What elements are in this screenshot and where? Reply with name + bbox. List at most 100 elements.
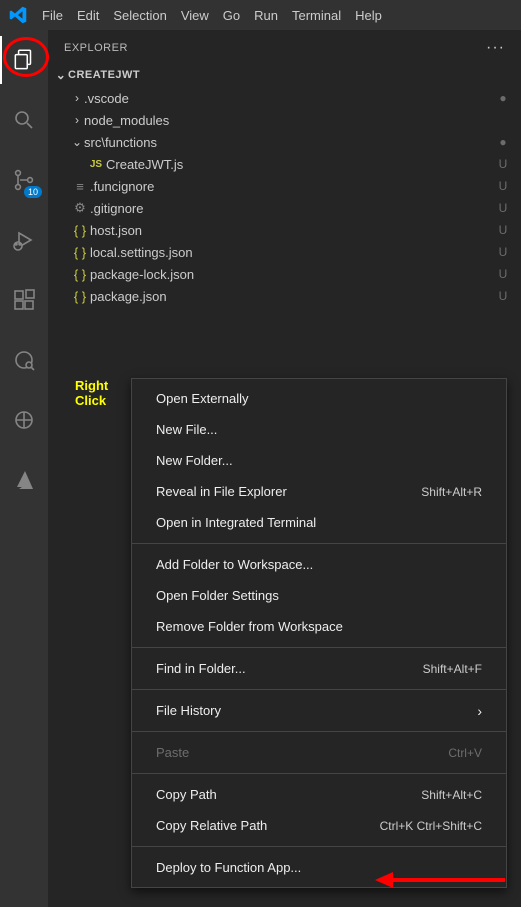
folder-row[interactable]: ›.vscode● — [48, 87, 521, 109]
menu-item-label: New Folder... — [156, 453, 233, 468]
folder-row[interactable]: ›node_modules — [48, 109, 521, 131]
git-decoration: U — [495, 179, 511, 193]
explorer-more-icon[interactable]: ··· — [486, 39, 505, 57]
menu-run[interactable]: Run — [247, 8, 285, 23]
menu-shortcut: Ctrl+K Ctrl+Shift+C — [380, 819, 482, 833]
menu-item-label: New File... — [156, 422, 217, 437]
json-file-icon: { } — [70, 245, 90, 260]
menu-view[interactable]: View — [174, 8, 216, 23]
chevron-down-icon: ⌄ — [54, 68, 68, 82]
menu-item[interactable]: Open in Integrated Terminal — [132, 507, 506, 538]
menu-item-label: Copy Relative Path — [156, 818, 267, 833]
tree-item-label: local.settings.json — [90, 245, 495, 260]
git-decoration: ● — [495, 93, 511, 103]
menu-item-label: Add Folder to Workspace... — [156, 557, 313, 572]
scm-badge: 10 — [24, 186, 42, 198]
tree-item-label: package-lock.json — [90, 267, 495, 282]
file-row[interactable]: ⚙.gitignoreU — [48, 197, 521, 219]
menu-item[interactable]: Deploy to Function App... — [132, 852, 506, 883]
gear-icon: ⚙ — [70, 200, 90, 216]
menu-item[interactable]: Copy Relative Path Ctrl+K Ctrl+Shift+C — [132, 810, 506, 841]
tree-item-label: src\functions — [84, 135, 495, 150]
workspace-root[interactable]: ⌄ CREATEJWT — [48, 65, 521, 85]
menu-file[interactable]: File — [35, 8, 70, 23]
extensions-icon[interactable] — [0, 276, 48, 324]
menu-item-label: Open Externally — [156, 391, 249, 406]
menu-item-label: File History — [156, 703, 221, 718]
docker-icon[interactable] — [0, 396, 48, 444]
menu-separator — [132, 647, 506, 648]
menu-bar: File Edit Selection View Go Run Terminal… — [35, 8, 389, 23]
search-icon[interactable] — [0, 96, 48, 144]
run-debug-icon[interactable] — [0, 216, 48, 264]
git-decoration: U — [495, 289, 511, 303]
file-row[interactable]: JSCreateJWT.jsU — [48, 153, 521, 175]
file-row[interactable]: { }package-lock.jsonU — [48, 263, 521, 285]
menu-item-label: Deploy to Function App... — [156, 860, 301, 875]
menu-go[interactable]: Go — [216, 8, 247, 23]
menu-item[interactable]: Copy Path Shift+Alt+C — [132, 779, 506, 810]
remote-explorer-icon[interactable] — [0, 336, 48, 384]
git-decoration: U — [495, 201, 511, 215]
menu-shortcut: Shift+Alt+F — [423, 662, 482, 676]
tree-item-label: .gitignore — [90, 201, 495, 216]
git-decoration: U — [495, 223, 511, 237]
file-row[interactable]: { }package.jsonU — [48, 285, 521, 307]
menu-item[interactable]: Add Folder to Workspace... — [132, 549, 506, 580]
activity-bar: 10 — [0, 30, 48, 907]
menu-item[interactable]: Remove Folder from Workspace — [132, 611, 506, 642]
file-row[interactable]: ≡.funcignoreU — [48, 175, 521, 197]
title-bar: File Edit Selection View Go Run Terminal… — [0, 0, 521, 30]
workspace-root-label: CREATEJWT — [68, 69, 140, 81]
menu-help[interactable]: Help — [348, 8, 389, 23]
tree-item-label: CreateJWT.js — [106, 157, 495, 172]
folder-row[interactable]: ⌄src\functions● — [48, 131, 521, 153]
menu-item-label: Find in Folder... — [156, 661, 246, 676]
menu-item[interactable]: Open Externally — [132, 383, 506, 414]
tree-item-label: node_modules — [84, 113, 495, 128]
git-decoration: U — [495, 157, 511, 171]
explorer-icon[interactable] — [0, 36, 48, 84]
git-decoration: ● — [495, 137, 511, 147]
menu-shortcut: Shift+Alt+C — [421, 788, 482, 802]
azure-icon[interactable] — [0, 456, 48, 504]
menu-item-label: Copy Path — [156, 787, 217, 802]
chevron-icon: › — [70, 113, 84, 127]
tree-item-label: .vscode — [84, 91, 495, 106]
menu-separator — [132, 731, 506, 732]
menu-selection[interactable]: Selection — [106, 8, 173, 23]
menu-separator — [132, 773, 506, 774]
chevron-icon: › — [70, 91, 84, 105]
file-row[interactable]: { }host.jsonU — [48, 219, 521, 241]
file-tree: ›.vscode●›node_modules⌄src\functions●JSC… — [48, 85, 521, 309]
menu-separator — [132, 543, 506, 544]
menu-item: Paste Ctrl+V — [132, 737, 506, 768]
menu-item-label: Open in Integrated Terminal — [156, 515, 316, 530]
json-file-icon: { } — [70, 267, 90, 282]
menu-item[interactable]: File History › — [132, 695, 506, 726]
menu-separator — [132, 689, 506, 690]
context-menu: Open Externally New File... New Folder... R… — [131, 378, 507, 888]
menu-item[interactable]: New File... — [132, 414, 506, 445]
file-row[interactable]: { }local.settings.jsonU — [48, 241, 521, 263]
chevron-right-icon: › — [477, 703, 482, 719]
tree-item-label: host.json — [90, 223, 495, 238]
tree-item-label: .funcignore — [90, 179, 495, 194]
menu-terminal[interactable]: Terminal — [285, 8, 348, 23]
menu-item[interactable]: Reveal in File Explorer Shift+Alt+R — [132, 476, 506, 507]
menu-item-label: Paste — [156, 745, 189, 760]
menu-shortcut: Ctrl+V — [448, 746, 482, 760]
menu-separator — [132, 846, 506, 847]
chevron-icon: ⌄ — [70, 135, 84, 149]
menu-item-label: Reveal in File Explorer — [156, 484, 287, 499]
menu-shortcut: Shift+Alt+R — [421, 485, 482, 499]
menu-item[interactable]: Open Folder Settings — [132, 580, 506, 611]
annotation-right-click: Right Click — [75, 378, 108, 408]
json-file-icon: { } — [70, 223, 90, 238]
explorer-header: EXPLORER ··· — [48, 30, 521, 65]
explorer-title: EXPLORER — [64, 42, 128, 54]
menu-edit[interactable]: Edit — [70, 8, 106, 23]
source-control-icon[interactable]: 10 — [0, 156, 48, 204]
menu-item[interactable]: Find in Folder... Shift+Alt+F — [132, 653, 506, 684]
menu-item[interactable]: New Folder... — [132, 445, 506, 476]
